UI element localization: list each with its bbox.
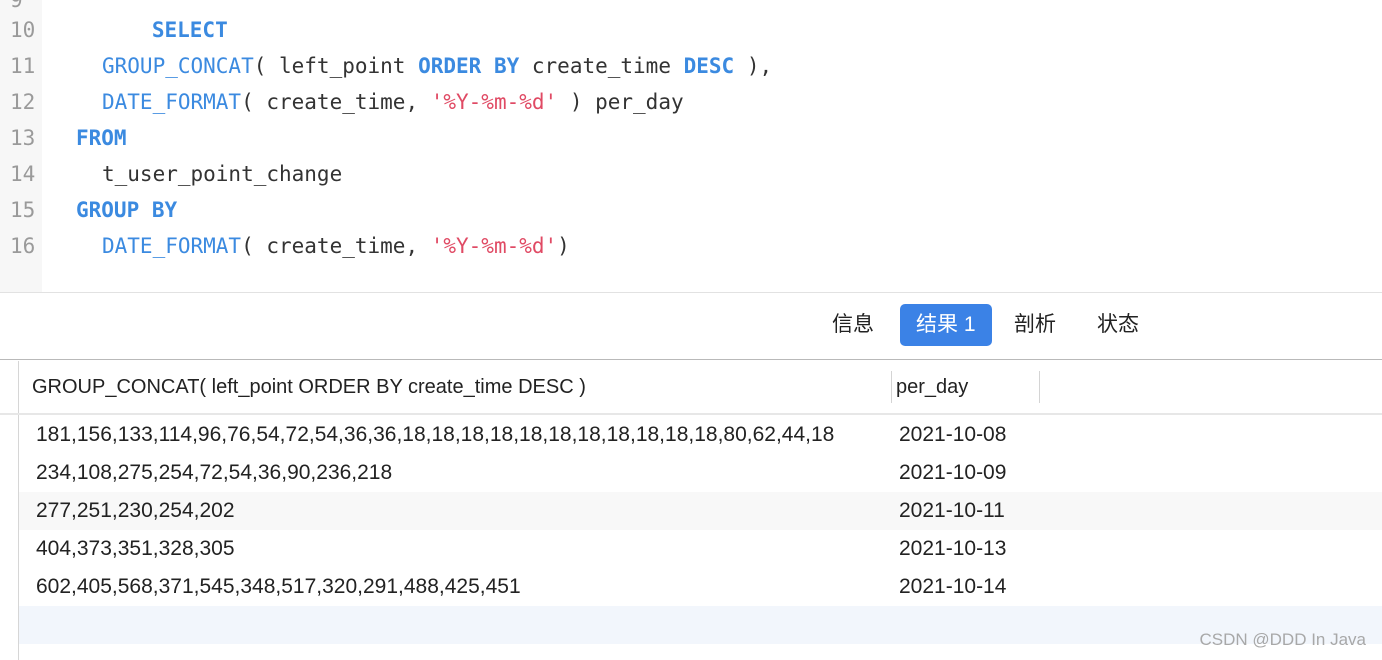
watermark: CSDN @DDD In Java xyxy=(1199,630,1366,649)
sql-keyword: GROUP BY xyxy=(76,198,178,222)
result-grid: GROUP_CONCAT( left_point ORDER BY create… xyxy=(0,361,1382,660)
code-line[interactable]: 12 DATE_FORMAT( create_time, '%Y-%m-%d' … xyxy=(0,84,1382,120)
line-number: 14 xyxy=(10,162,36,186)
code-text: FROM xyxy=(76,126,127,150)
cell-per-day[interactable]: 2021-10-08 xyxy=(899,416,1006,454)
code-text: DATE_FORMAT( create_time, '%Y-%m-%d' ) p… xyxy=(102,90,684,114)
line-number: 16 xyxy=(10,234,36,258)
table-row[interactable]: 277,251,230,254,202 2021-10-11 xyxy=(19,492,1382,530)
sql-text: create_time xyxy=(519,54,684,78)
sql-keyword: ORDER BY xyxy=(418,54,520,78)
result-tab-bar: 信息 结果 1 剖析 状态 xyxy=(0,292,1382,360)
cell-per-day[interactable]: 2021-10-13 xyxy=(899,530,1006,568)
empty-new-row[interactable] xyxy=(19,606,1382,644)
code-line[interactable]: 10 SELECT xyxy=(0,12,1382,48)
sql-text: ) per_day xyxy=(557,90,684,114)
sql-keyword: FROM xyxy=(76,126,127,150)
cell-per-day[interactable]: 2021-10-14 xyxy=(899,568,1006,606)
sql-string: '%Y-%m-%d' xyxy=(430,90,558,114)
cell-per-day[interactable]: 2021-10-09 xyxy=(899,454,1006,492)
tab-profile[interactable]: 剖析 xyxy=(998,304,1072,346)
column-divider[interactable] xyxy=(891,371,892,403)
cell-left-points[interactable]: 404,373,351,328,305 xyxy=(36,530,235,568)
code-line[interactable]: 13 FROM xyxy=(0,120,1382,156)
line-number: 12 xyxy=(10,90,36,114)
column-divider[interactable] xyxy=(1039,371,1040,403)
tab-result-1[interactable]: 结果 1 xyxy=(900,304,992,346)
table-row[interactable]: 234,108,275,254,72,54,36,90,236,218 2021… xyxy=(19,454,1382,492)
code-text: GROUP_CONCAT( left_point ORDER BY create… xyxy=(102,54,772,78)
code-text: DATE_FORMAT( create_time, '%Y-%m-%d') xyxy=(102,234,570,258)
code-line[interactable]: 14 t_user_point_change xyxy=(0,156,1382,192)
sql-text: ( left_point xyxy=(253,54,419,78)
sql-text: ( create_time, xyxy=(241,90,431,114)
sql-keyword: DESC xyxy=(683,54,735,78)
cell-left-points[interactable]: 181,156,133,114,96,76,54,72,54,36,36,18,… xyxy=(36,416,834,454)
table-row[interactable]: 181,156,133,114,96,76,54,72,54,36,36,18,… xyxy=(19,416,1382,454)
code-line[interactable]: 16 DATE_FORMAT( create_time, '%Y-%m-%d') xyxy=(0,228,1382,264)
sql-text: ) xyxy=(557,234,570,258)
table-row[interactable]: 602,405,568,371,545,348,517,320,291,488,… xyxy=(19,568,1382,606)
sql-keyword: SELECT xyxy=(151,18,228,42)
cell-left-points[interactable]: 277,251,230,254,202 xyxy=(36,492,235,530)
sql-function: DATE_FORMAT xyxy=(102,90,242,114)
table-row[interactable]: 404,373,351,328,305 2021-10-13 xyxy=(19,530,1382,568)
sql-function: GROUP_CONCAT xyxy=(102,54,254,78)
tab-info[interactable]: 信息 xyxy=(816,304,890,346)
code-line[interactable]: 11 GROUP_CONCAT( left_point ORDER BY cre… xyxy=(0,48,1382,84)
line-number: 15 xyxy=(10,198,36,222)
sql-editor[interactable]: 9 10 SELECT 11 GROUP_CONCAT( left_point … xyxy=(0,0,1382,292)
code-text: GROUP BY xyxy=(76,198,177,222)
sql-text: ( create_time, xyxy=(241,234,431,258)
cell-left-points[interactable]: 234,108,275,254,72,54,36,90,236,218 xyxy=(36,454,392,492)
grid-header: GROUP_CONCAT( left_point ORDER BY create… xyxy=(0,361,1382,415)
line-number: 11 xyxy=(10,54,36,78)
sql-text: ), xyxy=(734,54,773,78)
sql-string: '%Y-%m-%d' xyxy=(430,234,558,258)
code-text: t_user_point_change xyxy=(102,162,342,186)
cell-left-points[interactable]: 602,405,568,371,545,348,517,320,291,488,… xyxy=(36,568,521,606)
column-header-group-concat[interactable]: GROUP_CONCAT( left_point ORDER BY create… xyxy=(32,361,586,413)
sql-text: t_user_point_change xyxy=(102,162,343,186)
line-number: 9 xyxy=(10,0,23,12)
column-header-per-day[interactable]: per_day xyxy=(896,361,968,413)
line-number: 10 xyxy=(10,18,36,42)
cell-per-day[interactable]: 2021-10-11 xyxy=(899,492,1005,530)
line-number: 13 xyxy=(10,126,36,150)
sql-function: DATE_FORMAT xyxy=(102,234,242,258)
tab-status[interactable]: 状态 xyxy=(1081,304,1155,346)
code-line[interactable]: 15 GROUP BY xyxy=(0,192,1382,228)
